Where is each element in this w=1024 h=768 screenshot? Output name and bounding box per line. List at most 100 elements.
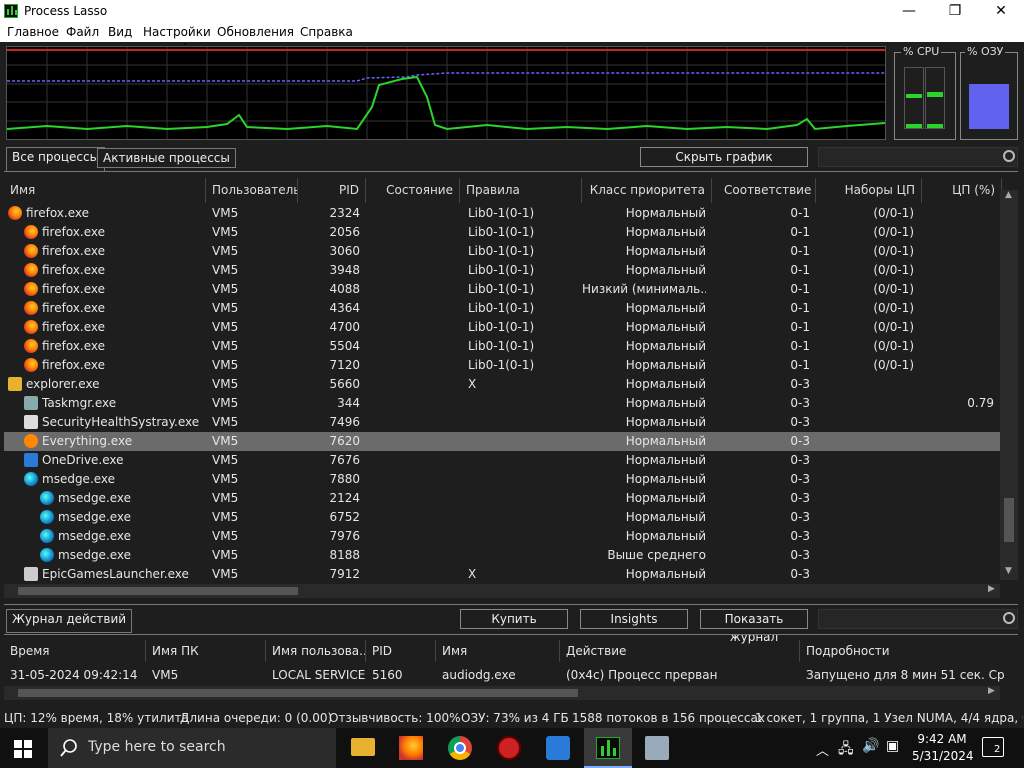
scrollbar-thumb[interactable]	[18, 689, 578, 697]
process-priority: Нормальный	[625, 206, 706, 220]
process-lasso-taskbar-button[interactable]	[584, 728, 632, 768]
process-row[interactable]: firefox.exe VM5 7120 Lib0-1(0-1) Нормальный 0…	[4, 356, 1002, 375]
column-header-affinity[interactable]: Соответствие ...	[712, 178, 816, 203]
menu-view[interactable]: Вид	[108, 25, 132, 39]
menu-help[interactable]: Справка	[300, 25, 353, 39]
process-row[interactable]: firefox.exe VM5 2056 Lib0-1(0-1) Нормальный 0…	[4, 223, 1002, 242]
column-header-state[interactable]: Состояние	[366, 178, 460, 203]
process-affinity: 0-1	[790, 320, 810, 334]
clock-date[interactable]: 5/31/2024	[912, 749, 974, 763]
menu-settings[interactable]: Настройки	[143, 25, 211, 39]
show-log-button[interactable]: Показать журнал	[700, 609, 808, 644]
process-name: Everything.exe	[42, 434, 133, 448]
firefox-taskbar-icon[interactable]	[399, 736, 423, 760]
log-header-user[interactable]: Имя пользова...	[266, 640, 366, 662]
process-row[interactable]: msedge.exe VM5 8188 Выше среднего 0-3	[4, 546, 1002, 565]
scrollbar-thumb[interactable]	[18, 587, 298, 595]
volume-icon[interactable]: 🔊	[862, 738, 879, 754]
column-header-rules[interactable]: Правила	[460, 178, 582, 203]
chevron-up-icon[interactable]: ︿	[816, 740, 829, 759]
maximize-button[interactable]: ❐	[932, 0, 978, 22]
process-user: VM5	[212, 339, 239, 353]
process-row[interactable]: firefox.exe VM5 4700 Lib0-1(0-1) Нормальный 0…	[4, 318, 1002, 337]
process-row[interactable]: explorer.exe VM5 5660 X Нормальный 0-3	[4, 375, 1002, 394]
status-cpu: ЦП: 12% время, 18% утилита	[4, 711, 189, 725]
menu-file[interactable]: Файл	[66, 25, 99, 39]
column-header-cpu-percent[interactable]: ЦП (%)	[922, 178, 1002, 203]
process-affinity: 0-3	[790, 377, 810, 391]
store-icon[interactable]	[546, 736, 570, 760]
process-row[interactable]: msedge.exe VM5 2124 Нормальный 0-3	[4, 489, 1002, 508]
process-user: VM5	[212, 225, 239, 239]
taskbar-search-box[interactable]: Type here to search	[48, 728, 336, 768]
tab-all-processes[interactable]: Все процессы	[6, 147, 106, 171]
cpu-ram-graph[interactable]	[6, 46, 886, 140]
process-row[interactable]: firefox.exe VM5 4088 Lib0-1(0-1) Низкий (мин…	[4, 280, 1002, 299]
tab-active-processes[interactable]: Активные процессы	[97, 148, 236, 168]
process-user: VM5	[212, 472, 239, 486]
menu-main[interactable]: Главное	[7, 25, 59, 39]
app-red-icon[interactable]	[497, 736, 521, 760]
device-icon[interactable]: ▣	[886, 738, 899, 754]
file-explorer-icon[interactable]	[351, 738, 375, 756]
process-pid: 2056	[329, 225, 360, 239]
process-horizontal-scrollbar[interactable]: ▶	[4, 584, 1000, 598]
log-header-name[interactable]: Имя	[436, 640, 560, 662]
log-search-input[interactable]	[818, 609, 1018, 629]
windows-start-icon[interactable]	[14, 740, 32, 758]
process-row[interactable]: firefox.exe VM5 3948 Lib0-1(0-1) Нормальный 0…	[4, 261, 1002, 280]
process-row[interactable]: firefox.exe VM5 3060 Lib0-1(0-1) Нормальный 0…	[4, 242, 1002, 261]
process-row[interactable]: firefox.exe VM5 4364 Lib0-1(0-1) Нормальный 0…	[4, 299, 1002, 318]
column-header-cpu-sets[interactable]: Наборы ЦП	[816, 178, 922, 203]
process-priority: Нормальный	[625, 453, 706, 467]
process-rules: Lib0-1(0-1)	[468, 282, 535, 296]
close-button[interactable]: ✕	[978, 0, 1024, 22]
process-row[interactable]: msedge.exe VM5 7880 Нормальный 0-3	[4, 470, 1002, 489]
process-rules: X	[468, 567, 477, 581]
insights-button[interactable]: Insights	[580, 609, 688, 629]
monitor-app-icon[interactable]	[645, 736, 669, 760]
process-priority: Нормальный	[625, 301, 706, 315]
process-row[interactable]: EpicGamesLauncher.exe VM5 7912 X Нормальный 0…	[4, 565, 1002, 582]
column-header-user[interactable]: Пользователь	[206, 178, 298, 203]
clock-time[interactable]: 9:42 AM	[912, 732, 972, 746]
process-cpu-sets: (0/0-1)	[873, 263, 914, 277]
menu-updates[interactable]: Обновления	[217, 25, 294, 39]
log-horizontal-scrollbar[interactable]: ▶	[4, 686, 1000, 700]
hide-graph-button[interactable]: Скрыть график	[640, 147, 808, 167]
process-row[interactable]: firefox.exe VM5 2324 Lib0-1(0-1) Нормальный 0…	[4, 204, 1002, 223]
log-header-time[interactable]: Время	[4, 640, 146, 662]
log-header-action[interactable]: Действие	[560, 640, 800, 662]
process-rules: Lib0-1(0-1)	[468, 339, 535, 353]
column-header-pid[interactable]: PID	[298, 178, 366, 203]
notifications-icon[interactable]: 2	[982, 737, 1004, 757]
process-row[interactable]: Everything.exe VM5 7620 Нормальный 0-3	[4, 432, 1002, 451]
process-row[interactable]: firefox.exe VM5 5504 Lib0-1(0-1) Нормальный 0…	[4, 337, 1002, 356]
process-row[interactable]: SecurityHealthSystray.exe VM5 7496 Нормальн…	[4, 413, 1002, 432]
tab-action-log[interactable]: Журнал действий	[6, 609, 133, 633]
column-header-name[interactable]: Имя	[4, 178, 206, 203]
network-icon[interactable]: 🖧	[838, 738, 854, 762]
log-header-details[interactable]: Подробности	[800, 640, 1004, 662]
process-affinity: 0-3	[790, 567, 810, 581]
process-pid: 7912	[329, 567, 360, 581]
scrollbar-thumb[interactable]	[1004, 498, 1014, 542]
process-search-input[interactable]	[818, 147, 1018, 167]
process-pid: 3948	[329, 263, 360, 277]
process-vertical-scrollbar[interactable]: ▲ ▼	[1000, 190, 1018, 580]
log-header-pc-name[interactable]: Имя ПК	[146, 640, 266, 662]
process-row[interactable]: Taskmgr.exe VM5 344 Нормальный 0-3 0.79	[4, 394, 1002, 413]
buy-button[interactable]: Купить	[460, 609, 568, 629]
process-rules: X	[468, 377, 477, 391]
chrome-icon[interactable]	[448, 736, 472, 760]
process-row[interactable]: OneDrive.exe VM5 7676 Нормальный 0-3	[4, 451, 1002, 470]
ram-meter: % ОЗУ	[960, 45, 1018, 140]
process-name: explorer.exe	[26, 377, 100, 391]
column-header-priority[interactable]: Класс приоритета	[582, 178, 712, 203]
process-row[interactable]: msedge.exe VM5 7976 Нормальный 0-3	[4, 527, 1002, 546]
process-pid: 3060	[329, 244, 360, 258]
minimize-button[interactable]: —	[886, 0, 932, 22]
log-header-pid[interactable]: PID	[366, 640, 436, 662]
process-row[interactable]: msedge.exe VM5 6752 Нормальный 0-3	[4, 508, 1002, 527]
process-table: Имя Пользователь PID Состояние Правила К…	[4, 178, 1018, 582]
